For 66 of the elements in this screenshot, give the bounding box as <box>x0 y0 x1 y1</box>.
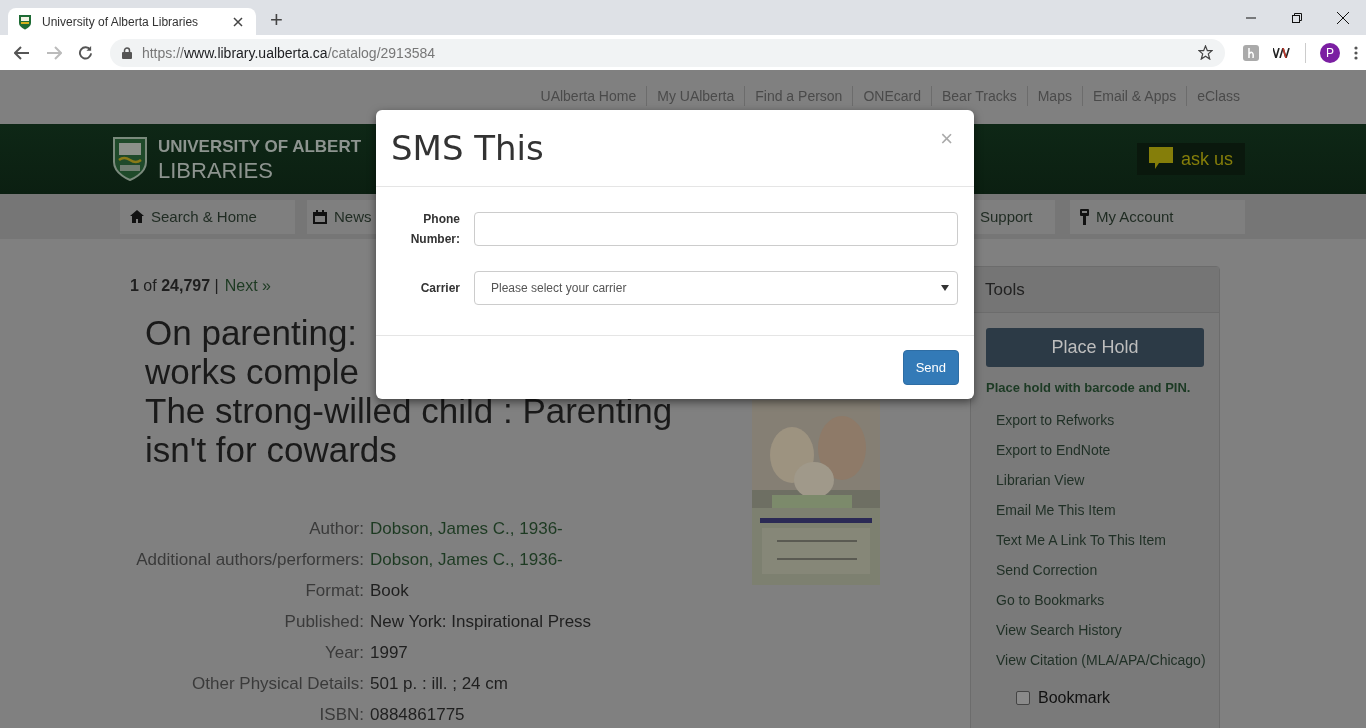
record-title: isn't for cowards <box>145 430 398 469</box>
tool-link[interactable]: Go to Bookmarks <box>986 585 1204 615</box>
nav-button[interactable]: Search & Home <box>120 199 295 234</box>
star-icon[interactable] <box>1198 45 1213 60</box>
url-text: https://www.library.ualberta.ca/catalog/2913584 <box>141 44 436 61</box>
shield-icon <box>18 13 32 30</box>
logo-text: LIBRARIES <box>158 159 274 183</box>
field-label: Additional authors/performers: <box>135 549 364 571</box>
tool-link[interactable]: Librarian View <box>986 465 1204 495</box>
reload-icon[interactable] <box>78 45 94 60</box>
hold-note: Place hold with barcode and PIN. <box>986 380 1192 395</box>
tool-link[interactable]: Send Correction <box>986 555 1204 585</box>
record-title: works comple <box>145 352 360 391</box>
place-hold-button[interactable]: Place Hold <box>986 328 1204 367</box>
calendar-icon <box>313 209 327 224</box>
field-value: 0884861775 <box>370 704 466 726</box>
browser-tab[interactable]: University of Alberta Libraries <box>8 8 256 35</box>
field-label: Published: <box>283 611 364 633</box>
tool-link[interactable]: Text Me A Link To This Item <box>986 525 1204 555</box>
caret-icon <box>941 285 949 291</box>
lock-icon <box>121 46 132 59</box>
speech-bubble-icon <box>1148 147 1173 171</box>
bookmark-checkbox[interactable] <box>1016 691 1030 705</box>
restore-icon[interactable] <box>1292 12 1302 23</box>
address-bar[interactable]: https://www.library.ualberta.ca/catalog/2913584 <box>109 38 1225 67</box>
field-value: 1997 <box>370 642 409 664</box>
tool-link[interactable]: Email Me This Item <box>986 495 1204 525</box>
field-label: Phone Number: <box>409 211 460 248</box>
field-label: ISBN: <box>318 704 364 726</box>
send-button[interactable]: Send <box>902 350 959 385</box>
field-link[interactable]: Dobson, James C., 1936- <box>370 517 752 540</box>
crest-icon <box>112 136 148 182</box>
tool-link[interactable]: View Citation (MLA/APA/Chicago) <box>986 645 1204 675</box>
field-value: Book <box>370 580 410 602</box>
dialog-title: SMS This <box>391 128 544 168</box>
phone-input[interactable] <box>474 212 958 246</box>
profile-avatar[interactable]: P <box>1320 42 1340 63</box>
home-icon <box>130 210 144 223</box>
field-label: Year: <box>323 642 364 664</box>
menu-icon[interactable] <box>1354 45 1358 60</box>
field-label: Other Physical Details: <box>191 673 364 695</box>
field-value: 501 p. : ill. ; 24 cm <box>370 673 509 695</box>
nav-button[interactable]: My Account <box>1070 199 1245 234</box>
back-icon[interactable] <box>14 45 30 60</box>
ask-us-button[interactable]: ask us <box>1136 143 1245 175</box>
logo-text: UNIVERSITY OF ALBERT <box>158 136 362 158</box>
field-label: Carrier <box>419 280 460 297</box>
new-tab-button[interactable]: + <box>270 8 283 32</box>
field-link[interactable]: Dobson, James C., 1936- <box>370 548 752 571</box>
panel-heading: Tools <box>985 279 1025 300</box>
field-label: Format: <box>304 580 364 602</box>
record-title: The strong-willed child : Parenting <box>145 391 674 430</box>
close-icon[interactable] <box>1337 11 1349 24</box>
next-link[interactable]: Next » <box>224 277 271 295</box>
bookmark-label: Bookmark <box>1038 689 1111 707</box>
tool-link[interactable]: Export to EndNote <box>986 435 1204 465</box>
carrier-select[interactable]: Please select your carrier <box>474 271 958 305</box>
record-title: On parenting: <box>145 313 359 352</box>
close-button[interactable]: × <box>934 128 959 150</box>
extension-icon[interactable] <box>1273 47 1291 58</box>
tool-link[interactable]: Export to Refworks <box>986 405 1204 435</box>
field-value: New York: Inspirational Press <box>370 611 593 633</box>
result-count: 1 of 24,797 | <box>130 277 219 295</box>
tool-link[interactable]: View Search History <box>986 615 1204 645</box>
field-label: Author: <box>308 518 364 540</box>
key-icon <box>1080 208 1089 225</box>
